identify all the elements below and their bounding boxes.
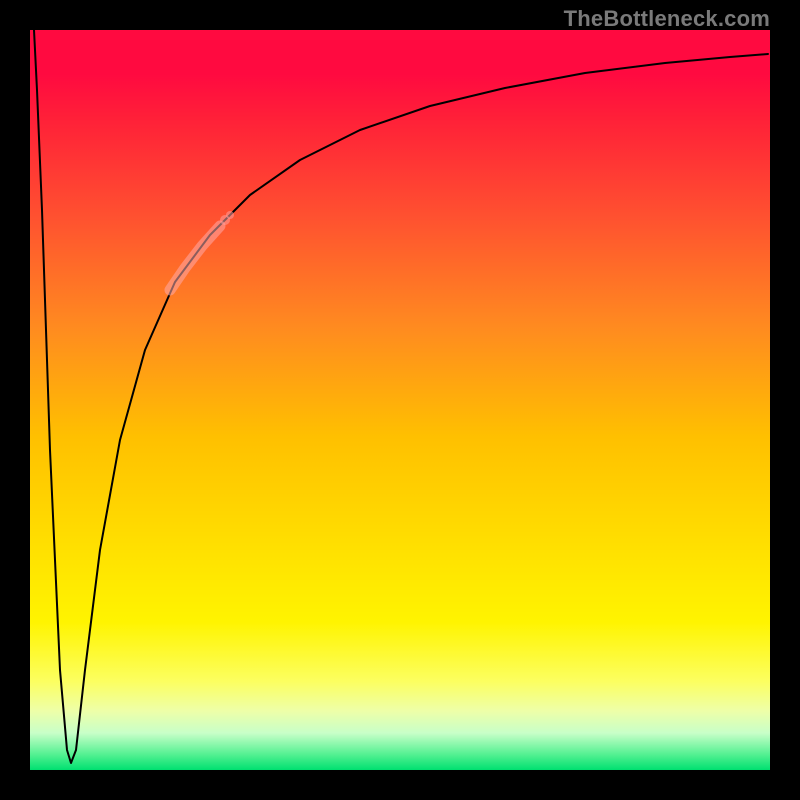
curve-layer	[30, 30, 770, 770]
highlight-segment	[170, 226, 220, 290]
bottleneck-curve	[34, 30, 768, 763]
watermark-text: TheBottleneck.com	[564, 6, 770, 32]
highlight-dot	[226, 211, 234, 219]
chart-frame: TheBottleneck.com	[0, 0, 800, 800]
plot-area	[30, 30, 770, 770]
